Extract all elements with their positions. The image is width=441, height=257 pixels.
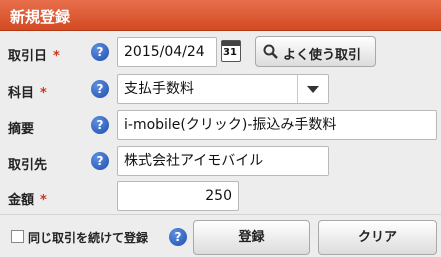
amount-label: 金額 * xyxy=(8,189,47,208)
register-button[interactable]: 登録 xyxy=(193,220,310,255)
partner-label: 取引先 xyxy=(8,158,48,173)
required-mark: * xyxy=(40,193,47,208)
subject-label-text: 科目 xyxy=(8,86,35,101)
amount-input[interactable]: 250 xyxy=(117,181,239,211)
row-amount: 金額 * 250 xyxy=(0,178,441,215)
continue-checkbox[interactable] xyxy=(11,230,24,243)
chevron-down-icon[interactable] xyxy=(297,75,328,103)
search-icon xyxy=(263,44,278,59)
clear-button[interactable]: クリア xyxy=(318,220,437,255)
subject-select[interactable]: 支払手数料 xyxy=(117,74,329,104)
subject-label: 科目 * xyxy=(8,82,47,101)
calendar-icon[interactable]: 31 xyxy=(221,40,241,62)
date-label-text: 取引日 xyxy=(8,49,48,64)
new-entry-panel: 新規登録 取引日 * ? 2015/04/24 31 よく使う取引 科目 * ? 支… xyxy=(0,0,441,257)
date-label: 取引日 * xyxy=(8,45,60,64)
row-date: 取引日 * ? 2015/04/24 31 よく使う取引 xyxy=(0,34,441,71)
page-title: 新規登録 xyxy=(10,8,71,26)
required-mark: * xyxy=(40,86,47,101)
title-bar: 新規登録 xyxy=(0,0,441,31)
help-icon[interactable]: ? xyxy=(91,152,109,170)
summary-input[interactable]: i-mobile(クリック)-振込み手数料 xyxy=(117,110,437,140)
summary-label: 摘要 xyxy=(8,122,35,137)
row-partner: 取引先 ? 株式会社アイモバイル xyxy=(0,143,441,180)
help-icon[interactable]: ? xyxy=(91,80,109,98)
required-mark: * xyxy=(53,49,60,64)
footer-divider xyxy=(0,214,441,215)
partner-input[interactable]: 株式会社アイモバイル xyxy=(117,146,329,176)
calendar-day: 31 xyxy=(223,47,237,58)
frequent-transactions-label: よく使う取引 xyxy=(283,48,362,63)
row-subject: 科目 * ? 支払手数料 xyxy=(0,71,441,108)
amount-label-text: 金額 xyxy=(8,193,35,208)
help-icon[interactable]: ? xyxy=(169,228,187,246)
frequent-transactions-button[interactable]: よく使う取引 xyxy=(255,36,376,67)
date-input[interactable]: 2015/04/24 xyxy=(117,37,217,67)
help-icon[interactable]: ? xyxy=(91,43,109,61)
row-summary: 摘要 ? i-mobile(クリック)-振込み手数料 xyxy=(0,107,441,144)
subject-value: 支払手数料 xyxy=(124,81,194,97)
continue-checkbox-label[interactable]: 同じ取引を続けて登録 xyxy=(28,229,148,246)
help-icon[interactable]: ? xyxy=(91,116,109,134)
